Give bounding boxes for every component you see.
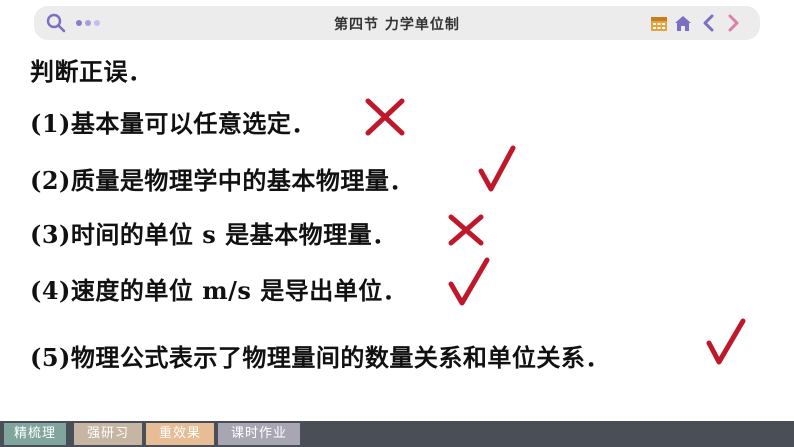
statement-4: (4)速度的单位 m/s 是导出单位． bbox=[30, 276, 408, 305]
statement-5: (5)物理公式表示了物理量间的数量关系和单位关系． bbox=[30, 343, 610, 372]
statement-2: (2)质量是物理学中的基本物理量． bbox=[30, 166, 414, 195]
bottom-nav-bar: 精梳理 强研习 重效果 课时作业 bbox=[0, 421, 794, 447]
section-heading: 判断正误． bbox=[30, 57, 153, 86]
check-mark-icon bbox=[706, 318, 746, 365]
top-toolbar: 第四节 力学单位制 bbox=[34, 6, 760, 40]
cross-mark-icon bbox=[365, 98, 405, 136]
check-mark-icon bbox=[478, 145, 516, 192]
check-mark-icon bbox=[448, 257, 490, 306]
statement-1: (1)基本量可以任意选定． bbox=[30, 109, 316, 138]
tab-study[interactable]: 强研习 bbox=[74, 423, 142, 445]
calendar-icon[interactable] bbox=[650, 14, 668, 32]
home-icon[interactable] bbox=[674, 14, 692, 32]
tab-review[interactable]: 精梳理 bbox=[4, 423, 66, 445]
chevron-right-icon[interactable] bbox=[724, 14, 742, 32]
tab-homework[interactable]: 课时作业 bbox=[218, 423, 300, 445]
cross-mark-icon bbox=[448, 214, 484, 246]
statement-3: (3)时间的单位 s 是基本物理量． bbox=[30, 220, 397, 249]
tab-results[interactable]: 重效果 bbox=[146, 423, 214, 445]
chevron-left-icon[interactable] bbox=[700, 14, 718, 32]
